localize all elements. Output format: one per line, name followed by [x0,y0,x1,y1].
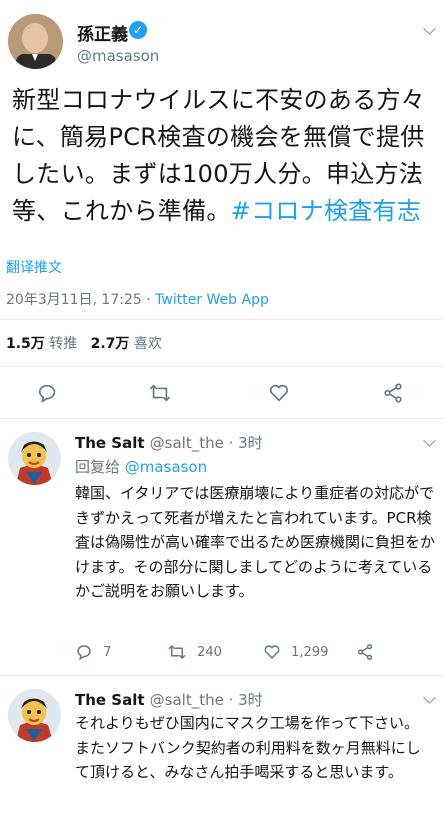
like-action[interactable]: 1,299 [263,643,328,661]
like-icon[interactable] [268,382,290,408]
chevron-down-icon[interactable] [423,691,436,704]
reply-header: The Salt @salt_the · 3时 [75,689,263,710]
reply-avatar[interactable] [8,689,61,742]
likes-label[interactable]: 喜欢 [134,336,162,352]
tweet-stats: 1.5万 转推 2.7万 喜欢 [6,333,162,353]
author-avatar[interactable] [8,14,63,69]
retweet-count: 240 [197,644,222,660]
retweet-icon[interactable] [148,382,172,408]
replying-prefix: 回复给 [75,458,125,476]
reply-header: The Salt @salt_the · 3时 [75,432,263,453]
verified-icon: ✓ [129,21,147,39]
chevron-down-icon[interactable] [423,434,436,447]
divider [0,418,444,419]
timestamp: 20年3月11日, 17:25 · [6,292,156,308]
retweets-label[interactable]: 转推 [49,336,77,352]
reply-action[interactable]: 7 [75,643,111,661]
like-icon[interactable] [263,643,281,661]
reply-icon[interactable] [75,643,93,661]
replying-to-handle[interactable]: @masason [125,458,207,476]
retweet-icon[interactable] [167,643,187,661]
chevron-down-icon[interactable] [423,22,436,35]
retweets-count[interactable]: 1.5万 [6,336,45,352]
reply-count: 7 [103,644,112,660]
tweet-meta: 20年3月11日, 17:25 · Twitter Web App [6,289,269,309]
reply-text: それよりもぜひ国内にマスク工場を作って下さい。 またソフトバンク契約者の利用料を… [75,711,435,785]
author-name[interactable]: 孫正義 [77,20,128,45]
reply-author-handle[interactable]: @salt_the · 3时 [150,434,263,452]
share-icon[interactable] [356,643,374,661]
share-icon[interactable] [382,382,404,408]
like-count: 1,299 [291,644,329,660]
tweet-source-link[interactable]: Twitter Web App [155,292,269,308]
reply-author-handle[interactable]: @salt_the · 3时 [150,691,263,709]
tweet-text: 新型コロナウイルスに不安のある方々に、簡易PCR検査の機会を無償で提供したい。ま… [12,82,440,230]
reply-text: 韓国、イタリアでは医療崩壊により重症者の対応ができずかえって死者が増えたと言われ… [75,484,436,600]
retweet-action[interactable]: 240 [167,643,222,661]
reply-author-name[interactable]: The Salt [75,434,145,452]
likes-count[interactable]: 2.7万 [91,336,130,352]
divider [0,319,444,320]
reply-icon[interactable] [36,382,58,408]
reply-avatar[interactable] [8,432,61,485]
divider [0,675,444,676]
translate-tweet-link[interactable]: 翻译推文 [6,257,62,277]
divider [0,366,444,367]
reply-text-line: それよりもぜひ国内にマスク工場を作って下さい。 [75,714,419,732]
author-handle[interactable]: @masason [77,47,159,65]
replying-to: 回复给 @masason [75,456,207,477]
reply-author-name[interactable]: The Salt [75,691,145,709]
share-action[interactable] [356,643,374,661]
reply-text-line: またソフトバンク契約者の利用料を数ヶ月無料にして頂けると、みなさん拍手喝采すると… [75,738,421,782]
hashtag-link[interactable]: #コロナ検査有志 [231,197,422,225]
